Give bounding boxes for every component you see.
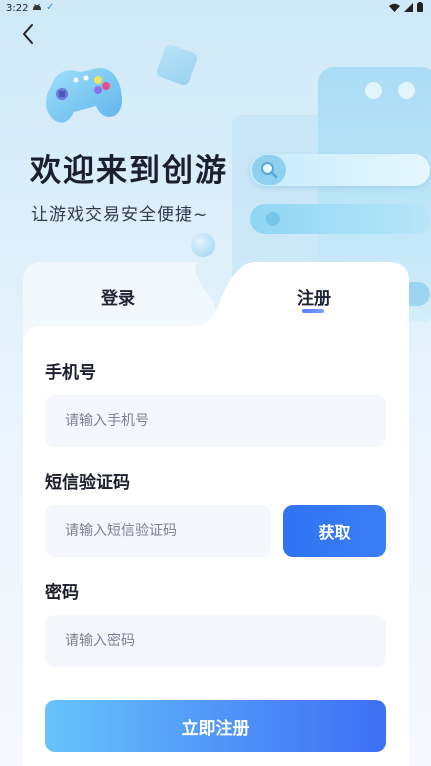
battery-icon	[417, 2, 423, 12]
back-button[interactable]	[14, 20, 42, 48]
android-icon	[32, 2, 42, 15]
register-submit-button[interactable]: 立即注册	[45, 700, 386, 752]
check-icon: ✓	[46, 2, 55, 13]
tab-login[interactable]: 登录	[83, 284, 153, 309]
page-subtitle: 让游戏交易安全便捷~	[31, 205, 209, 225]
decorative-dot	[398, 82, 415, 99]
decorative-ball	[191, 233, 215, 257]
status-time: 3:22	[6, 3, 29, 14]
wifi-icon	[389, 3, 400, 12]
tab-register[interactable]: 注册	[279, 284, 349, 309]
phone-label: 手机号	[45, 363, 96, 383]
gamepad-icon	[46, 68, 122, 123]
password-input[interactable]	[45, 615, 386, 667]
register-card: 登录 注册 手机号 短信验证码 获取 密码 立即注册	[23, 262, 409, 766]
page-title: 欢迎来到创游	[30, 153, 228, 189]
sms-code-input[interactable]	[45, 505, 271, 557]
phone-input[interactable]	[45, 395, 386, 447]
status-icons	[389, 2, 423, 12]
signal-icon	[404, 2, 413, 12]
status-bar: 3:22 ✓	[0, 0, 431, 18]
password-label: 密码	[45, 583, 79, 603]
chevron-left-icon	[23, 24, 33, 44]
search-icon	[252, 155, 286, 185]
tab-active-indicator	[302, 309, 324, 313]
decorative-dot	[365, 82, 382, 99]
sms-code-label: 短信验证码	[45, 473, 130, 493]
get-code-button[interactable]: 获取	[283, 505, 386, 557]
decorative-slider	[250, 204, 430, 234]
